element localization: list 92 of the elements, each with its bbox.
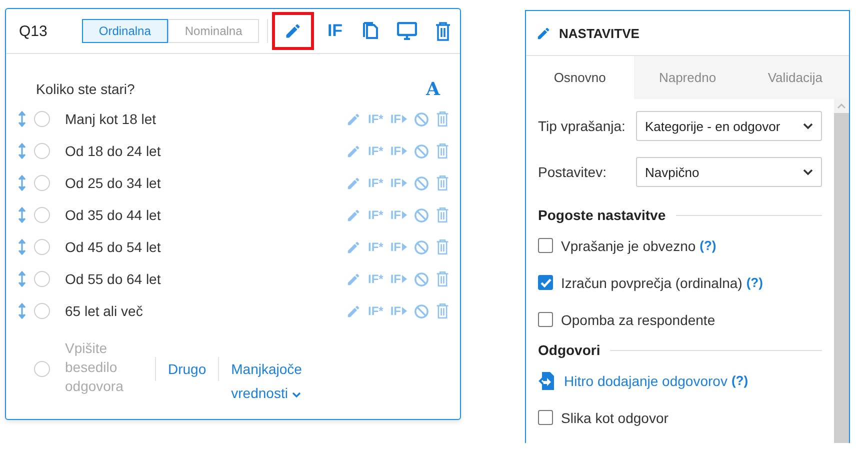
section-title: Odgovori bbox=[538, 342, 600, 358]
panel-title: NASTAVITVE bbox=[559, 26, 640, 40]
play-icon bbox=[402, 243, 407, 251]
chevron-down-icon bbox=[803, 168, 813, 176]
copy-icon bbox=[363, 21, 379, 41]
drag-handle-icon[interactable] bbox=[18, 239, 26, 255]
font-style-button[interactable]: A bbox=[426, 78, 440, 100]
checkbox-label[interactable]: Slika kot odgovor bbox=[561, 410, 668, 426]
drag-handle-icon[interactable] bbox=[18, 143, 26, 159]
quick-add-link[interactable]: Hitro dodajanje odgovorov bbox=[564, 372, 728, 388]
chevron-down-icon bbox=[292, 392, 301, 398]
scrollbar[interactable] bbox=[834, 99, 849, 443]
pencil-icon[interactable] bbox=[346, 112, 361, 126]
question-number: Q13 bbox=[19, 22, 48, 40]
block-icon[interactable] bbox=[414, 112, 429, 126]
trash-icon[interactable] bbox=[436, 271, 449, 287]
answer-text[interactable]: Od 55 do 64 let bbox=[65, 271, 161, 287]
edit-button[interactable] bbox=[272, 12, 314, 50]
answer-text[interactable]: Manj kot 18 let bbox=[65, 111, 156, 127]
missing-values-dropdown[interactable]: Manjkajoče vrednosti bbox=[231, 357, 312, 405]
pencil-icon[interactable] bbox=[346, 240, 361, 254]
checkbox[interactable] bbox=[538, 410, 553, 425]
checkbox-label[interactable]: Izračun povprečja (ordinalna) bbox=[561, 274, 742, 290]
select-field[interactable]: Kategorije - en odgovor bbox=[636, 111, 822, 141]
radio-button[interactable] bbox=[34, 271, 50, 287]
chevron-down-icon bbox=[803, 122, 813, 130]
help-link[interactable]: (?) bbox=[731, 373, 748, 388]
select-field[interactable]: Navpično bbox=[636, 157, 822, 187]
import-icon[interactable] bbox=[538, 372, 554, 390]
play-icon bbox=[402, 115, 407, 123]
help-link[interactable]: (?) bbox=[746, 275, 763, 290]
radio-button[interactable] bbox=[34, 303, 50, 319]
drag-handle-icon[interactable] bbox=[18, 111, 26, 127]
drag-handle-icon[interactable] bbox=[18, 175, 26, 191]
pencil-icon[interactable] bbox=[346, 176, 361, 190]
section-title: Pogoste nastavitve bbox=[538, 207, 666, 223]
trash-icon[interactable] bbox=[436, 239, 449, 255]
question-text: Koliko ste stari? bbox=[36, 81, 135, 97]
answer-text[interactable]: Od 35 do 44 let bbox=[65, 207, 161, 223]
pencil-icon[interactable] bbox=[346, 304, 361, 318]
radio-button[interactable] bbox=[34, 111, 50, 127]
tab[interactable]: Validacija bbox=[741, 56, 850, 99]
answer-text[interactable]: Od 18 do 24 let bbox=[65, 143, 161, 159]
trash-icon[interactable] bbox=[436, 303, 449, 319]
block-icon[interactable] bbox=[414, 176, 429, 190]
play-icon bbox=[402, 179, 407, 187]
pencil-icon[interactable] bbox=[346, 144, 361, 158]
checkbox[interactable] bbox=[538, 275, 553, 290]
trash-icon bbox=[435, 22, 451, 40]
help-link[interactable]: (?) bbox=[700, 238, 716, 253]
radio-button[interactable] bbox=[34, 239, 50, 255]
play-icon bbox=[402, 307, 407, 315]
pencil-icon bbox=[284, 22, 302, 40]
other-link[interactable]: Drugo bbox=[168, 361, 206, 377]
scale-toggle-button[interactable]: Ordinalna bbox=[82, 19, 168, 43]
radio-button[interactable] bbox=[34, 361, 50, 377]
drag-handle-icon[interactable] bbox=[18, 303, 26, 319]
drag-handle-icon[interactable] bbox=[18, 271, 26, 287]
trash-icon[interactable] bbox=[436, 143, 449, 159]
radio-button[interactable] bbox=[34, 207, 50, 223]
answer-text[interactable]: Od 45 do 54 let bbox=[65, 239, 161, 255]
radio-button[interactable] bbox=[34, 175, 50, 191]
monitor-icon bbox=[397, 22, 417, 40]
trash-icon[interactable] bbox=[436, 111, 449, 127]
tab[interactable]: Napredno bbox=[634, 56, 742, 99]
play-icon bbox=[402, 211, 407, 219]
radio-button[interactable] bbox=[34, 143, 50, 159]
answer-text[interactable]: 65 let ali več bbox=[65, 303, 143, 319]
tab[interactable]: Osnovno bbox=[526, 56, 634, 99]
play-icon bbox=[402, 275, 407, 283]
block-icon[interactable] bbox=[414, 208, 429, 222]
checkbox-label[interactable]: Opomba za respondente bbox=[561, 312, 716, 328]
drag-handle-icon[interactable] bbox=[18, 207, 26, 223]
scale-toggle-button[interactable]: Nominalna bbox=[168, 19, 260, 43]
block-icon[interactable] bbox=[414, 144, 429, 158]
pencil-icon[interactable] bbox=[346, 272, 361, 286]
checkbox[interactable] bbox=[538, 312, 553, 327]
pencil-icon bbox=[536, 26, 551, 40]
condition-button[interactable]: IF bbox=[318, 14, 352, 48]
trash-icon[interactable] bbox=[436, 175, 449, 191]
scroll-up-icon[interactable] bbox=[834, 99, 849, 113]
answer-text[interactable]: Od 25 do 34 let bbox=[65, 175, 161, 191]
block-icon[interactable] bbox=[414, 272, 429, 286]
checkbox-label[interactable]: Vprašanje je obvezno bbox=[561, 238, 696, 254]
block-icon[interactable] bbox=[414, 304, 429, 318]
block-icon[interactable] bbox=[414, 240, 429, 254]
checkbox[interactable] bbox=[538, 238, 553, 253]
field-label: Tip vprašanja: bbox=[538, 118, 626, 134]
pencil-icon[interactable] bbox=[346, 208, 361, 222]
trash-icon[interactable] bbox=[436, 207, 449, 223]
play-icon bbox=[402, 147, 407, 155]
field-label: Postavitev: bbox=[538, 164, 608, 180]
